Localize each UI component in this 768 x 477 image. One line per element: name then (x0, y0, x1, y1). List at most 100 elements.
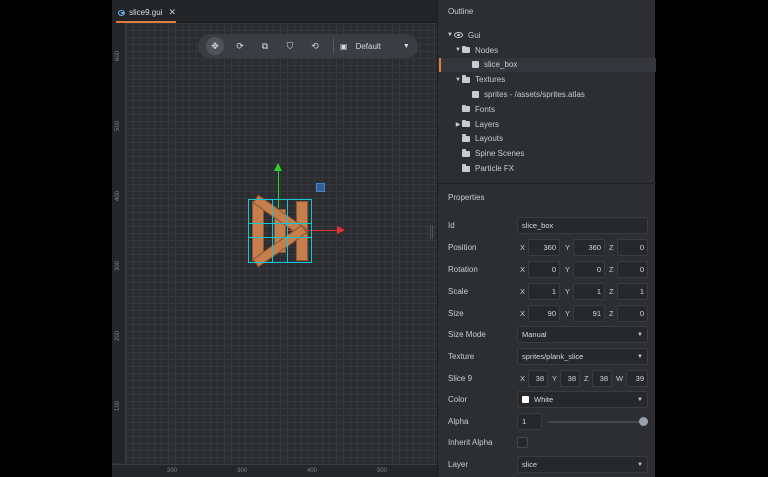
size-x-field[interactable]: 90 (528, 305, 560, 322)
tree-item-layouts[interactable]: Layouts (438, 132, 656, 147)
tree-item-textures[interactable]: ▼ Textures (438, 72, 656, 87)
rotation-z-field[interactable]: 0 (617, 261, 648, 278)
prop-size-mode: Size Mode Manual ▼ (438, 325, 656, 343)
toolbar-divider (333, 38, 334, 54)
properties-title: Properties (448, 193, 485, 202)
scale-y-field[interactable]: 1 (573, 283, 605, 300)
folder-icon (462, 164, 470, 172)
prop-color: Color White ▼ (438, 390, 656, 408)
tree-item-slice-box[interactable]: slice_box (438, 57, 656, 73)
scale-z-field[interactable]: 1 (617, 283, 648, 300)
alpha-slider[interactable] (548, 421, 646, 423)
tab-slice9-gui[interactable]: slice9.gui ✕ (114, 3, 176, 23)
gizmo-y-arrow-icon[interactable] (274, 163, 282, 171)
move-tool-icon[interactable]: ✥ (206, 37, 224, 55)
tree-item-label: Particle FX (475, 164, 515, 174)
size-z-field[interactable]: 0 (617, 305, 648, 322)
prop-label: Id (448, 221, 455, 230)
camera-reset-icon[interactable]: ⟲ (306, 37, 324, 55)
visibility-filter-icon[interactable]: ⛉ (281, 37, 299, 55)
box-node-icon (472, 61, 479, 69)
outline-title: Outline (448, 7, 474, 16)
prop-id: Id slice_box (438, 216, 656, 234)
axis-label: Y (565, 265, 571, 274)
position-x-field[interactable]: 360 (528, 239, 560, 256)
slice9-y-field[interactable]: 38 (560, 370, 580, 387)
axis-label: X (520, 287, 526, 296)
slice9-x-field[interactable]: 38 (528, 370, 548, 387)
tree-item-gui[interactable]: ▼ Gui (438, 28, 656, 43)
gizmo-x-arrow-icon[interactable] (337, 226, 345, 234)
rotate-tool-icon[interactable]: ⟳ (231, 37, 249, 55)
ruler-label: 100 (115, 400, 121, 411)
tree-item-label: Layers (475, 119, 500, 129)
slice-guide (248, 199, 312, 200)
panel-resize-handle[interactable] (430, 225, 433, 239)
axis-label: Z (609, 287, 614, 296)
axis-label: Z (609, 265, 614, 274)
scale-tool-icon[interactable]: ⧉ (256, 37, 274, 55)
expand-arrow-icon[interactable]: ▼ (454, 47, 462, 53)
alpha-field[interactable]: 1 (517, 413, 542, 430)
axis-label: X (520, 265, 526, 274)
axis-label: Z (609, 243, 614, 252)
rotation-x-field[interactable]: 0 (528, 261, 560, 278)
folder-icon (462, 75, 470, 83)
rotation-y-field[interactable]: 0 (573, 261, 605, 278)
position-y-field[interactable]: 360 (573, 239, 605, 256)
slice-guide (248, 223, 312, 224)
ruler-label: 200 (167, 468, 178, 474)
prop-label: Position (448, 243, 477, 252)
slice-box-node[interactable] (248, 194, 312, 268)
right-panel: Outline ▼ Gui ▼ Nodes slice_box ▼ Textur… (437, 0, 656, 477)
size-mode-dropdown[interactable]: Manual ▼ (517, 326, 648, 343)
axis-label: Y (565, 243, 571, 252)
chevron-down-icon: ▼ (637, 332, 643, 338)
tree-item-layers[interactable]: ▶ Layers (438, 117, 656, 132)
prop-label: Alpha (448, 417, 469, 426)
prop-layer: Layer slice ▼ (438, 455, 656, 473)
color-value: White (534, 395, 554, 404)
tab-bar: slice9.gui ✕ (112, 0, 437, 23)
alpha-slider-handle[interactable] (639, 417, 648, 426)
ruler-label: 500 (115, 120, 121, 131)
tree-item-label: Gui (468, 30, 481, 40)
tree-item-label: Layouts (475, 134, 504, 144)
close-icon[interactable]: ✕ (168, 7, 176, 18)
prop-rotation: Rotation X 0 Y 0 Z 0 (438, 260, 656, 278)
expand-arrow-icon[interactable]: ▼ (446, 32, 454, 38)
texture-dropdown[interactable]: sprites/plank_slice ▼ (517, 348, 648, 365)
tree-item-sprites-atlas[interactable]: sprites - /assets/sprites.atlas (438, 87, 656, 102)
chevron-down-icon: ▼ (637, 354, 643, 360)
layer-dropdown[interactable]: slice ▼ (517, 456, 648, 473)
layout-value: Default (355, 41, 381, 51)
gizmo-xy-plane-handle[interactable] (316, 183, 325, 192)
expand-arrow-icon[interactable]: ▼ (454, 77, 462, 83)
position-z-field[interactable]: 0 (617, 239, 648, 256)
expand-arrow-icon[interactable]: ▶ (454, 121, 462, 128)
id-field[interactable]: slice_box (517, 217, 648, 234)
prop-slice9: Slice 9 X 38 Y 38 Z 38 W 39 (438, 369, 656, 387)
layout-dropdown[interactable]: ▣ Default ▼ (340, 42, 410, 51)
inherit-alpha-checkbox[interactable] (517, 437, 528, 448)
slice-guide (311, 199, 312, 263)
ruler-label: 300 (115, 260, 121, 271)
slice9-z-field[interactable]: 38 (592, 370, 612, 387)
gui-file-icon (118, 9, 126, 16)
chevron-down-icon: ▼ (402, 42, 410, 50)
tree-item-fonts[interactable]: Fonts (438, 102, 656, 117)
chevron-down-icon: ▼ (637, 462, 643, 468)
ruler-label: 600 (115, 50, 121, 61)
tree-item-nodes[interactable]: ▼ Nodes (438, 43, 656, 58)
slice9-w-field[interactable]: 39 (626, 370, 648, 387)
tree-item-particle-fx[interactable]: Particle FX (438, 161, 656, 176)
scale-x-field[interactable]: 1 (528, 283, 560, 300)
tree-item-spine-scenes[interactable]: Spine Scenes (438, 146, 656, 161)
color-picker[interactable]: White ▼ (517, 391, 648, 408)
axis-label: Y (552, 374, 558, 383)
tab-label: slice9.gui (129, 8, 163, 17)
tree-item-label: Spine Scenes (475, 149, 525, 159)
size-y-field[interactable]: 91 (573, 305, 605, 322)
prop-label: Size Mode (448, 330, 486, 339)
scene-view[interactable]: 600 500 400 300 200 100 200 300 400 500 … (112, 23, 437, 477)
